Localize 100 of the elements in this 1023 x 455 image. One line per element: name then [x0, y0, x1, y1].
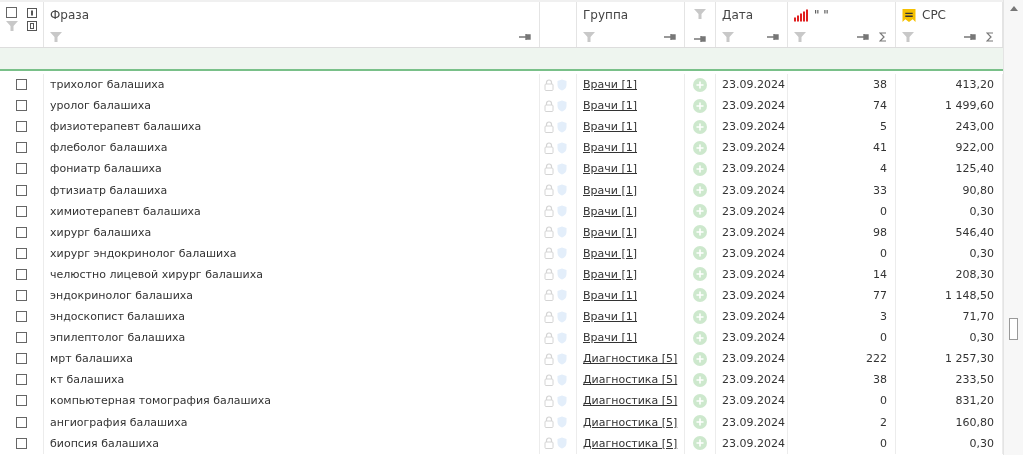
pin-icon[interactable] — [694, 35, 706, 43]
shield-icon[interactable] — [557, 99, 567, 112]
lock-icon[interactable] — [544, 205, 554, 218]
add-icon[interactable] — [693, 98, 707, 113]
row-checkbox[interactable] — [16, 268, 27, 280]
add-icon[interactable] — [693, 436, 707, 451]
shield-icon[interactable] — [557, 331, 567, 344]
shield-icon[interactable] — [557, 120, 567, 133]
shield-icon[interactable] — [557, 247, 567, 260]
add-icon[interactable] — [693, 161, 707, 176]
add-icon[interactable] — [693, 393, 707, 408]
lock-icon[interactable] — [544, 437, 554, 450]
lock-icon[interactable] — [544, 141, 554, 154]
add-icon[interactable] — [693, 330, 707, 345]
shield-icon[interactable] — [557, 394, 567, 407]
pin-icon[interactable] — [519, 33, 531, 41]
shield-icon[interactable] — [557, 162, 567, 175]
shield-icon[interactable] — [557, 184, 567, 196]
group-link[interactable]: Врачи [1] — [583, 162, 637, 176]
scrollbar[interactable] — [1003, 0, 1023, 455]
add-icon[interactable] — [693, 351, 707, 366]
row-checkbox[interactable] — [16, 226, 27, 238]
lock-icon[interactable] — [544, 394, 554, 407]
add-icon[interactable] — [693, 415, 707, 430]
scroll-thumb[interactable] — [1009, 318, 1018, 340]
add-icon[interactable] — [693, 309, 707, 324]
add-icon[interactable] — [693, 246, 707, 261]
row-checkbox[interactable] — [16, 437, 27, 449]
lock-icon[interactable] — [544, 226, 554, 239]
group-link[interactable]: Диагностика [5] — [583, 352, 678, 366]
shield-icon[interactable] — [557, 437, 567, 450]
filter-icon[interactable] — [50, 31, 62, 43]
add-icon[interactable] — [693, 140, 707, 155]
group-link[interactable]: Врачи [1] — [583, 141, 637, 155]
group-link[interactable]: Врачи [1] — [583, 225, 637, 239]
sum-icon[interactable] — [879, 32, 887, 42]
shield-icon[interactable] — [557, 226, 567, 239]
shield-icon[interactable] — [557, 205, 567, 218]
pin-icon[interactable] — [857, 33, 869, 41]
add-icon[interactable] — [693, 225, 707, 240]
filter-icon[interactable] — [794, 31, 806, 43]
filter-icon[interactable] — [722, 31, 734, 43]
row-checkbox[interactable] — [16, 163, 27, 175]
group-link[interactable]: Врачи [1] — [583, 78, 637, 92]
column-header[interactable]: Дата — [722, 8, 779, 22]
row-checkbox[interactable] — [16, 121, 27, 133]
group-link[interactable]: Врачи [1] — [583, 246, 637, 260]
lock-icon[interactable] — [544, 120, 554, 133]
select-all-checkbox[interactable] — [6, 7, 17, 18]
column-toggle-icon[interactable] — [27, 7, 37, 18]
lock-icon[interactable] — [544, 289, 554, 302]
group-link[interactable]: Диагностика [5] — [583, 436, 678, 450]
sum-icon[interactable] — [986, 32, 994, 42]
group-link[interactable]: Врачи [1] — [583, 99, 637, 113]
row-checkbox[interactable] — [16, 142, 27, 154]
row-checkbox[interactable] — [16, 79, 27, 91]
row-checkbox[interactable] — [16, 205, 27, 217]
shield-icon[interactable] — [557, 416, 567, 429]
column-header[interactable]: Группа — [583, 8, 676, 22]
shield-icon[interactable] — [557, 373, 567, 386]
group-link[interactable]: Врачи [1] — [583, 120, 637, 134]
row-checkbox[interactable] — [16, 416, 27, 428]
filter-icon[interactable] — [583, 31, 595, 43]
group-link[interactable]: Диагностика [5] — [583, 373, 678, 387]
row-checkbox[interactable] — [16, 332, 27, 344]
shield-icon[interactable] — [557, 268, 567, 281]
column-toggle-icon[interactable] — [27, 21, 37, 31]
row-checkbox[interactable] — [16, 184, 27, 196]
group-link[interactable]: Врачи [1] — [583, 289, 637, 302]
lock-icon[interactable] — [544, 247, 554, 260]
row-checkbox[interactable] — [16, 395, 27, 407]
row-checkbox[interactable] — [16, 374, 27, 386]
column-header[interactable]: Фраза — [50, 8, 531, 22]
shield-icon[interactable] — [557, 141, 567, 154]
group-link[interactable]: Врачи [1] — [583, 204, 637, 218]
column-header[interactable]: CPC — [922, 8, 946, 22]
column-header[interactable]: " " — [814, 8, 829, 22]
group-link[interactable]: Врачи [1] — [583, 267, 637, 281]
shield-icon[interactable] — [557, 352, 567, 365]
row-checkbox[interactable] — [16, 311, 27, 323]
shield-icon[interactable] — [557, 310, 567, 323]
group-link[interactable]: Врачи [1] — [583, 331, 637, 345]
lock-icon[interactable] — [544, 268, 554, 281]
add-icon[interactable] — [693, 204, 707, 219]
lock-icon[interactable] — [544, 184, 554, 196]
add-icon[interactable] — [693, 119, 707, 134]
lock-icon[interactable] — [544, 162, 554, 175]
lock-icon[interactable] — [544, 416, 554, 429]
row-checkbox[interactable] — [16, 290, 27, 301]
add-icon[interactable] — [693, 77, 707, 92]
lock-icon[interactable] — [544, 352, 554, 365]
lock-icon[interactable] — [544, 99, 554, 112]
lock-icon[interactable] — [544, 78, 554, 91]
add-icon[interactable] — [693, 267, 707, 282]
lock-icon[interactable] — [544, 310, 554, 323]
pin-icon[interactable] — [664, 33, 676, 41]
group-link[interactable]: Врачи [1] — [583, 310, 637, 324]
shield-icon[interactable] — [557, 78, 567, 91]
group-link[interactable]: Диагностика [5] — [583, 415, 678, 429]
row-checkbox[interactable] — [16, 100, 27, 112]
